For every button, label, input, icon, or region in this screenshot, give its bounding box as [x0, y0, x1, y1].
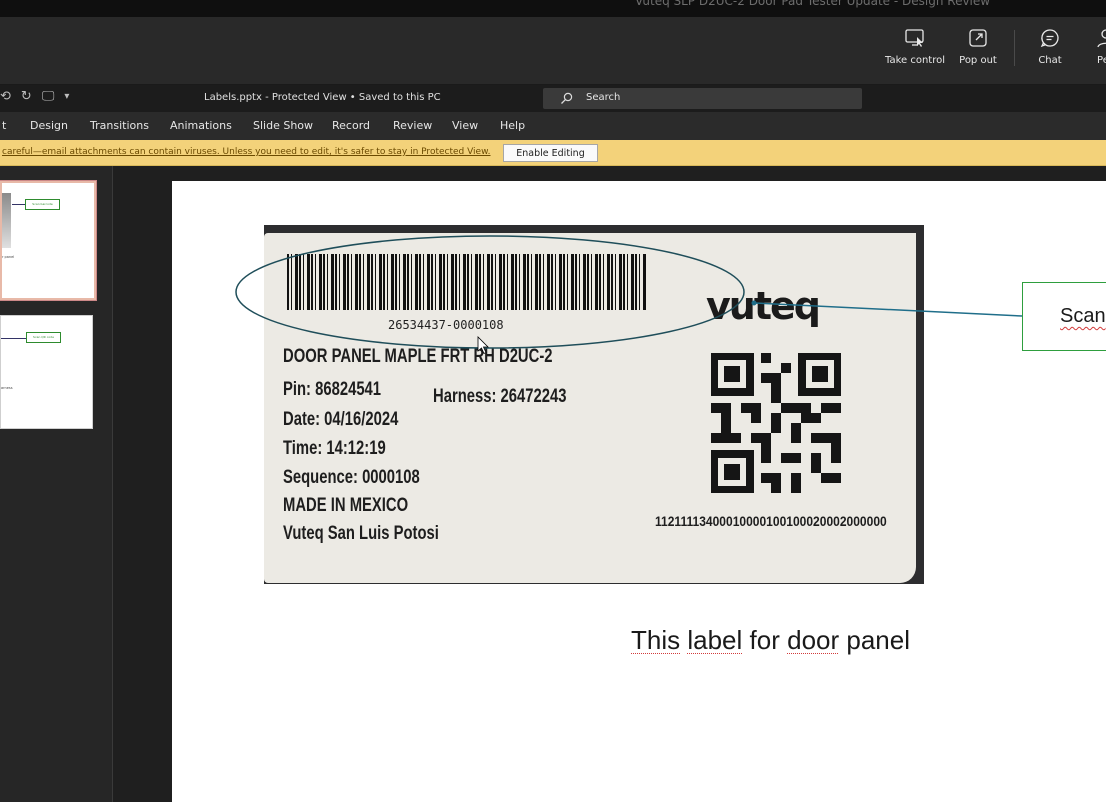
thumbnail-connector [1, 338, 27, 339]
tab-design[interactable]: Design [30, 119, 68, 132]
label-line-date: Date: 04/16/2024 [283, 409, 399, 430]
search-placeholder: Search [586, 92, 621, 103]
thumbnail-callout: Scan QR code [26, 332, 61, 343]
meeting-control-bar: Take control Pop out Chat Peo [0, 17, 1106, 85]
thumbnail-connector [12, 204, 26, 205]
ribbon-tabs: t Design Transitions Animations Slide Sh… [0, 112, 1106, 140]
slide-caption[interactable]: This label for door panel [631, 625, 910, 656]
tab-animations[interactable]: Animations [170, 119, 232, 132]
redo-icon[interactable]: ↻ [21, 89, 32, 104]
caption-word: label [687, 625, 743, 655]
caption-word: for [749, 625, 780, 655]
quick-access-toolbar: ⟲ ↻ 🖵 ▾ [0, 89, 69, 104]
people-label: Peo [1097, 55, 1106, 66]
chat-button[interactable]: Chat [1032, 27, 1068, 66]
undo-icon[interactable]: ⟲ [0, 89, 11, 104]
meeting-title-bar: Vuteq SLP D2UC-2 Door Pad Tester Update … [0, 0, 1106, 17]
take-control-button[interactable]: Take control [884, 27, 946, 66]
callout-text: Scan [1060, 305, 1106, 327]
caption-word: door [787, 625, 840, 655]
slide-thumbnails-pane: Scan barcode r panel Scan QR code arness [0, 166, 113, 802]
thumbnail-caption: r panel [2, 255, 15, 259]
vuteq-logo: vuteq [706, 284, 821, 328]
tab-view[interactable]: View [452, 119, 478, 132]
tab-insert[interactable]: t [2, 119, 6, 132]
present-icon[interactable]: 🖵 [42, 89, 55, 104]
take-control-label: Take control [884, 55, 945, 66]
search-input[interactable]: Search [543, 88, 862, 109]
barcode-image [287, 254, 647, 310]
label-line-part: DOOR PANEL MAPLE FRT RH D2UC-2 [283, 346, 553, 367]
tab-record[interactable]: Record [332, 119, 370, 132]
people-button[interactable]: Peo [1086, 27, 1106, 66]
protected-view-message[interactable]: careful—email attachments can contain vi… [2, 147, 491, 157]
tab-help[interactable]: Help [500, 119, 525, 132]
caption-word: This [631, 625, 681, 655]
caption-word: panel [846, 625, 911, 655]
label-line-sequence: Sequence: 0000108 [283, 467, 420, 488]
scan-callout-box[interactable]: Scan [1022, 282, 1106, 351]
pop-out-button[interactable]: Pop out [955, 27, 1001, 66]
take-control-icon [905, 29, 924, 47]
label-line-pin: Pin: 86824541 [283, 379, 382, 400]
thumbnail-caption: arness [1, 386, 13, 390]
protected-view-bar: careful—email attachments can contain vi… [0, 140, 1106, 166]
teams-screen-share-window: Vuteq SLP D2UC-2 Door Pad Tester Update … [0, 0, 1106, 802]
label-line-harness: Harness: 26472243 [433, 386, 567, 407]
meeting-title: Vuteq SLP D2UC-2 Door Pad Tester Update … [635, 0, 991, 8]
qr-serial-number: 11211113400010000100100020002000000 [655, 513, 887, 529]
document-title: Labels.pptx - Protected View • Saved to … [204, 92, 441, 103]
barcode-number: 26534437-0000108 [388, 318, 504, 332]
tab-review[interactable]: Review [393, 119, 432, 132]
enable-editing-button[interactable]: Enable Editing [503, 144, 598, 162]
label-line-origin: MADE IN MEXICO [283, 495, 409, 516]
thumbnail-image [2, 193, 11, 248]
customize-qat-icon[interactable]: ▾ [64, 89, 69, 104]
thumbnail-callout: Scan barcode [25, 199, 60, 210]
qr-code-image [711, 353, 841, 493]
label-line-site: Vuteq San Luis Potosi [283, 523, 439, 544]
slide-thumbnail-1[interactable]: Scan barcode r panel [0, 180, 97, 301]
powerpoint-title-bar: ⟲ ↻ 🖵 ▾ Labels.pptx - Protected View • S… [0, 85, 1106, 112]
chat-label: Chat [1038, 55, 1062, 66]
label-line-time: Time: 14:12:19 [283, 438, 386, 459]
search-icon [561, 92, 573, 104]
pop-out-label: Pop out [959, 55, 997, 66]
control-divider [1014, 30, 1015, 66]
slide-thumbnail-2[interactable]: Scan QR code arness [0, 315, 93, 429]
tab-transitions[interactable]: Transitions [90, 119, 149, 132]
people-icon [1097, 29, 1106, 48]
chat-icon [1040, 29, 1059, 48]
pop-out-icon [969, 29, 987, 47]
tab-slide-show[interactable]: Slide Show [253, 119, 313, 132]
